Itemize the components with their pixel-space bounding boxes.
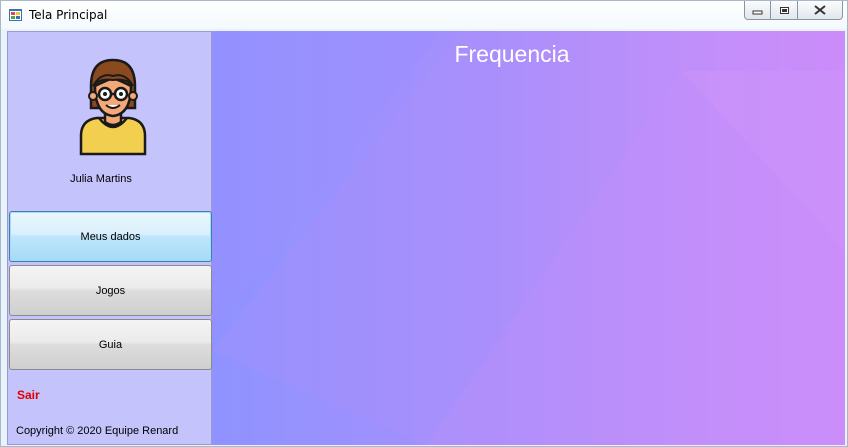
main-window: Tela Principal Julia Martins Meus dados … [0, 0, 848, 447]
close-icon [814, 5, 826, 15]
restore-icon [779, 6, 789, 14]
meus-dados-button[interactable]: Meus dados [9, 211, 212, 262]
guia-button[interactable]: Guia [9, 319, 212, 370]
title-bar[interactable]: Tela Principal [1, 1, 847, 29]
user-avatar-icon [79, 58, 147, 156]
page-title: Frequencia [454, 41, 570, 67]
main-panel: Frequencia [212, 31, 845, 445]
jogos-button[interactable]: Jogos [9, 265, 212, 316]
background-decoration [212, 31, 845, 445]
app-icon [9, 9, 22, 21]
close-button[interactable] [797, 1, 843, 20]
exit-link[interactable]: Sair [17, 388, 40, 402]
user-name: Julia Martins [70, 173, 132, 185]
minimize-button[interactable] [744, 1, 771, 20]
minimize-icon [752, 10, 763, 14]
client-area: Julia Martins Meus dados Jogos Guia Sair… [7, 31, 845, 445]
window-title: Tela Principal [29, 8, 108, 22]
maximize-button[interactable] [770, 1, 798, 20]
sidebar: Julia Martins Meus dados Jogos Guia Sair… [7, 31, 212, 445]
copyright-text: Copyright © 2020 Equipe Renard [16, 425, 179, 437]
